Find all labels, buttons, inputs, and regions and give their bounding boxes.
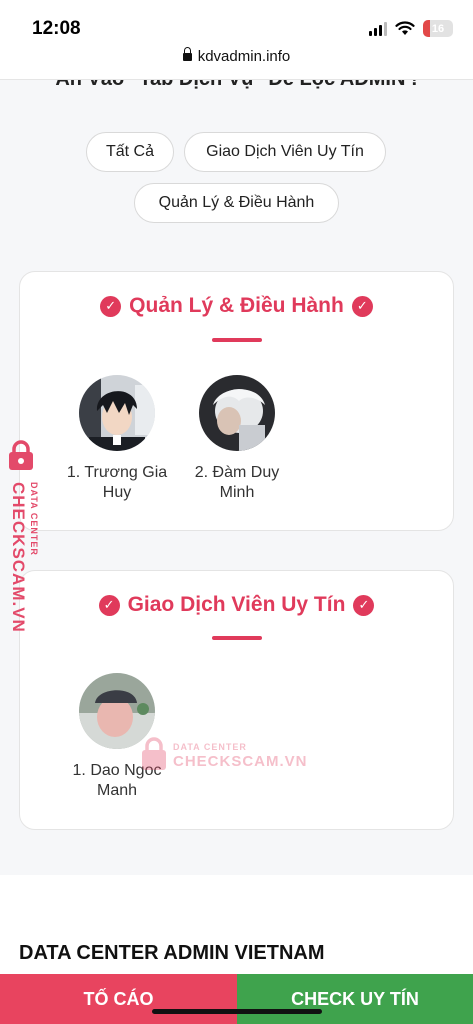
avatar: [79, 375, 155, 451]
lock-icon: [142, 737, 166, 770]
watermark-center: DATA CENTER CHECKSCAM.VN: [140, 736, 310, 774]
lock-icon: [182, 47, 192, 61]
trusted-card: ✓ Giao Dịch Viên Uy Tín ✓ 1. Dao Ngoc Ma…: [19, 570, 454, 830]
card-title: ✓ Giao Dịch Viên Uy Tín ✓: [20, 593, 453, 617]
status-icons: 16: [369, 20, 453, 37]
card-title: ✓ Quản Lý & Điều Hành ✓: [20, 294, 453, 318]
watermark-vertical: CHECKSCAM.VN DATA CENTER: [4, 440, 44, 640]
member-name: 1. Trương Gia Huy: [66, 464, 168, 501]
check-trust-button[interactable]: CHECK UY TÍN: [237, 974, 473, 1024]
battery-level: 16: [431, 22, 445, 35]
card-title-text: Quản Lý & Điều Hành: [129, 294, 344, 317]
filter-all-button[interactable]: Tất Cả: [86, 132, 174, 172]
report-button[interactable]: TỐ CÁO: [0, 974, 237, 1024]
check-circle-icon: ✓: [353, 594, 375, 616]
member-item[interactable]: 1. Trương Gia Huy: [57, 375, 177, 503]
status-time: 12:08: [32, 18, 81, 39]
title-underline: [212, 338, 262, 342]
watermark-sub: DATA CENTER: [29, 482, 39, 556]
battery-icon: 16: [423, 20, 453, 37]
status-bar: 12:08 16 kdvadmin.info: [0, 0, 473, 80]
check-circle-icon: ✓: [351, 295, 373, 317]
url-bar[interactable]: kdvadmin.info: [0, 47, 473, 65]
check-circle-icon: ✓: [100, 295, 122, 317]
member-name: 2. Đàm Duy Minh: [194, 464, 280, 501]
signal-icon: [369, 21, 387, 36]
member-item[interactable]: 2. Đàm Duy Minh: [177, 375, 297, 503]
avatar: [199, 375, 275, 451]
url-text: kdvadmin.info: [197, 48, 291, 65]
watermark-sub: DATA CENTER: [173, 742, 247, 752]
lock-icon: [9, 440, 33, 470]
wifi-icon: [395, 21, 415, 35]
title-underline: [212, 636, 262, 640]
filter-trusted-button[interactable]: Giao Dịch Viên Uy Tín: [184, 132, 386, 172]
management-card: ✓ Quản Lý & Điều Hành ✓ 1. Trương Gia Hu…: [19, 271, 454, 531]
check-circle-icon: ✓: [98, 594, 120, 616]
card-title-text: Giao Dịch Viên Uy Tín: [127, 593, 346, 616]
watermark-brand: CHECKSCAM.VN: [9, 482, 28, 633]
footer-title: DATA CENTER ADMIN VIETNAM: [19, 942, 325, 964]
watermark-brand: CHECKSCAM.VN: [173, 753, 308, 770]
filter-management-button[interactable]: Quản Lý & Điều Hành: [134, 183, 339, 223]
home-indicator: [152, 1009, 322, 1014]
